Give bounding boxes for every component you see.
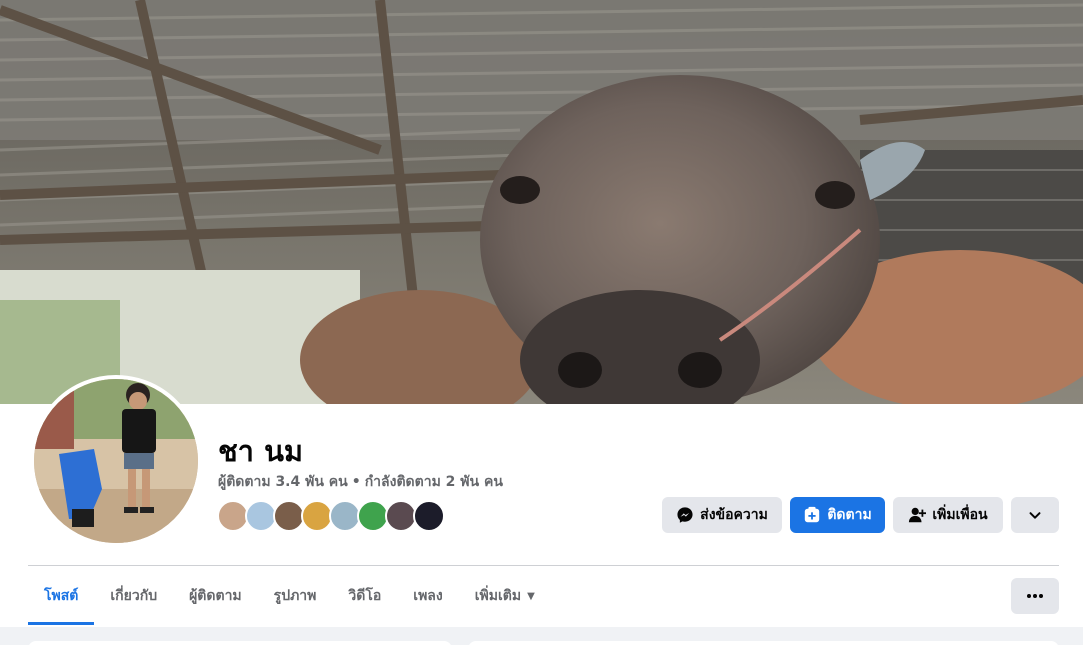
followers-count[interactable]: ผู้ติดตาม 3.4 พัน คน [218,474,348,490]
tab-posts[interactable]: โพสต์ [28,567,95,625]
tab-followers[interactable]: ผู้ติดตาม [173,567,258,625]
tab-label: โพสต์ [44,588,79,604]
follow-plus-icon [805,506,820,523]
profile-page: ชา นม ผู้ติดตาม 3.4 พัน คน • กำลังติดตาม 2… [0,0,1083,645]
tab-music[interactable]: เพลง [397,567,458,625]
follow-button-label: ติดตาม [827,507,872,523]
cover-photo-image [0,0,1083,404]
cover-photo[interactable] [0,0,1083,404]
tab-label: วิดีโอ [348,588,382,604]
tab-label: รูปภาพ [273,588,317,604]
friend-avatar[interactable] [413,500,445,532]
messenger-icon [677,507,693,523]
more-dots-icon [1027,594,1043,598]
follow-stats: ผู้ติดตาม 3.4 พัน คน • กำลังติดตาม 2 พัน ค… [218,471,503,493]
tab-videos[interactable]: วิดีโอ [332,567,397,625]
intro-card [28,641,452,645]
header-divider [28,565,1059,566]
more-dots-button[interactable] [1011,578,1059,614]
more-actions-dropdown-button[interactable] [1011,497,1059,533]
stats-separator: • [351,474,361,490]
avatar-image [34,379,198,543]
profile-tabs: โพสต์ เกี่ยวกับ ผู้ติดตาม รูปภาพ วิดีโอ … [28,567,551,625]
chevron-down-icon [1029,512,1041,519]
caret-down-icon: ▼ [527,590,535,602]
tab-label: เพิ่มเติม [474,588,522,604]
profile-name: ชา นม [218,434,304,468]
tab-about[interactable]: เกี่ยวกับ [94,567,173,625]
add-friend-icon [909,507,927,523]
tab-label: เกี่ยวกับ [110,588,158,604]
profile-avatar[interactable] [30,375,202,547]
tab-label: เพลง [413,588,443,604]
message-button[interactable]: ส่งข้อความ [662,497,782,533]
follow-button[interactable]: ติดตาม [790,497,885,533]
message-button-label: ส่งข้อความ [700,507,768,523]
add-friend-button[interactable]: เพิ่มเพื่อน [893,497,1003,533]
mutual-friends-avatars [217,500,445,534]
following-count[interactable]: กำลังติดตาม 2 พัน คน [365,474,503,490]
add-friend-button-label: เพิ่มเพื่อน [932,507,988,523]
tab-more[interactable]: เพิ่มเติม ▼ [459,567,551,625]
tab-label: ผู้ติดตาม [189,588,242,604]
tab-photos[interactable]: รูปภาพ [258,567,333,625]
posts-card [468,641,1059,645]
